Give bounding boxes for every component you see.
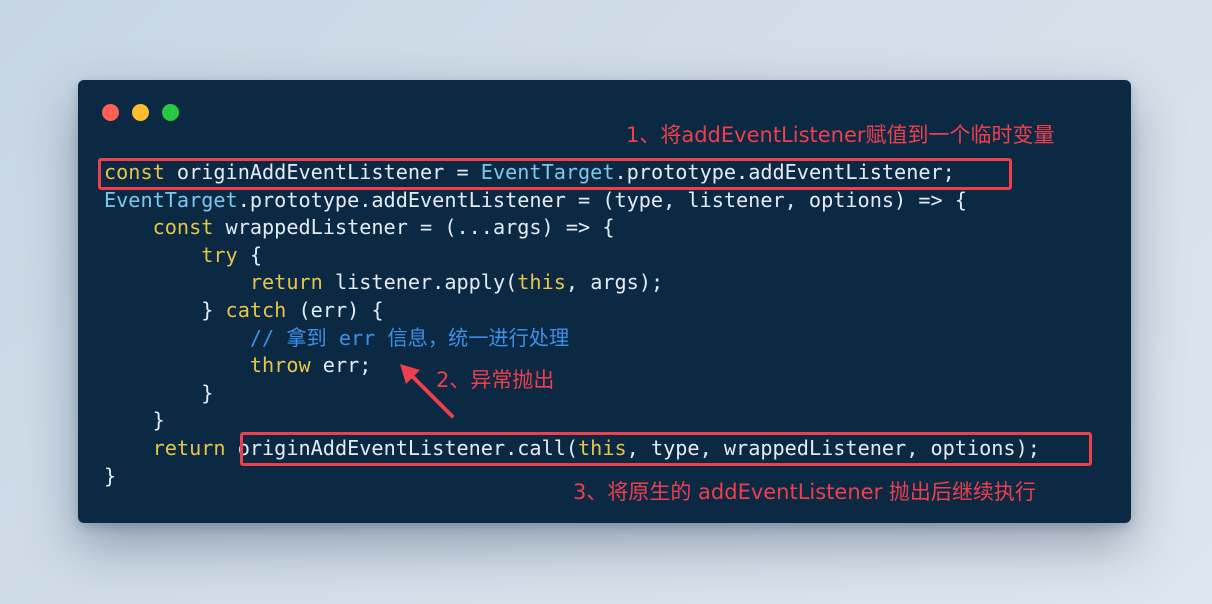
code-line-5: return listener.apply(this, args); [104,269,1040,297]
code-line-8: throw err; [104,352,1040,380]
code-line-2: EventTarget.prototype.addEventListener =… [104,187,1040,215]
code-token: this [517,270,566,295]
code-token: listener.apply( [322,270,518,295]
code-token: try [201,242,238,267]
code-token: throw [249,353,311,378]
code-token: } [201,297,226,322]
code-token: err; [310,353,372,378]
code-token: } [201,380,214,405]
maximize-dot-icon [162,104,179,121]
code-token: catch [225,297,287,322]
code-token: } [152,408,165,433]
code-token: return [249,270,323,295]
code-line-9: } [104,380,1040,408]
code-line-4: try { [104,242,1040,270]
code-token: } [104,463,117,488]
code-line-10: } [104,407,1040,435]
code-token: (err) { [286,297,384,322]
code-line-7: // 拿到 err 信息，统一进行处理 [104,325,1040,353]
code-comment: // 拿到 err 信息，统一进行处理 [249,325,570,350]
code-token: wrappedListener = (...args) => { [213,215,615,240]
highlight-box-1 [98,158,1012,190]
annotation-2: 2、异常抛出 [436,368,555,392]
code-token: .prototype.addEventListener = (type, lis… [237,187,967,212]
annotation-3: 3、将原生的 addEventListener 抛出后继续执行 [573,480,1036,504]
code-line-6: } catch (err) { [104,297,1040,325]
code-window: 1、将addEventListener赋值到一个临时变量 const origi… [78,80,1131,523]
minimize-dot-icon [132,104,149,121]
code-token: return [152,435,226,460]
code-token: EventTarget [104,187,238,212]
code-token: const [152,215,214,240]
code-line-3: const wrappedListener = (...args) => { [104,214,1040,242]
annotation-1: 1、将addEventListener赋值到一个临时变量 [626,123,1055,147]
highlight-box-3 [240,432,1092,466]
close-dot-icon [102,104,119,121]
code-token: , args); [565,270,664,295]
code-token: { [237,242,263,267]
